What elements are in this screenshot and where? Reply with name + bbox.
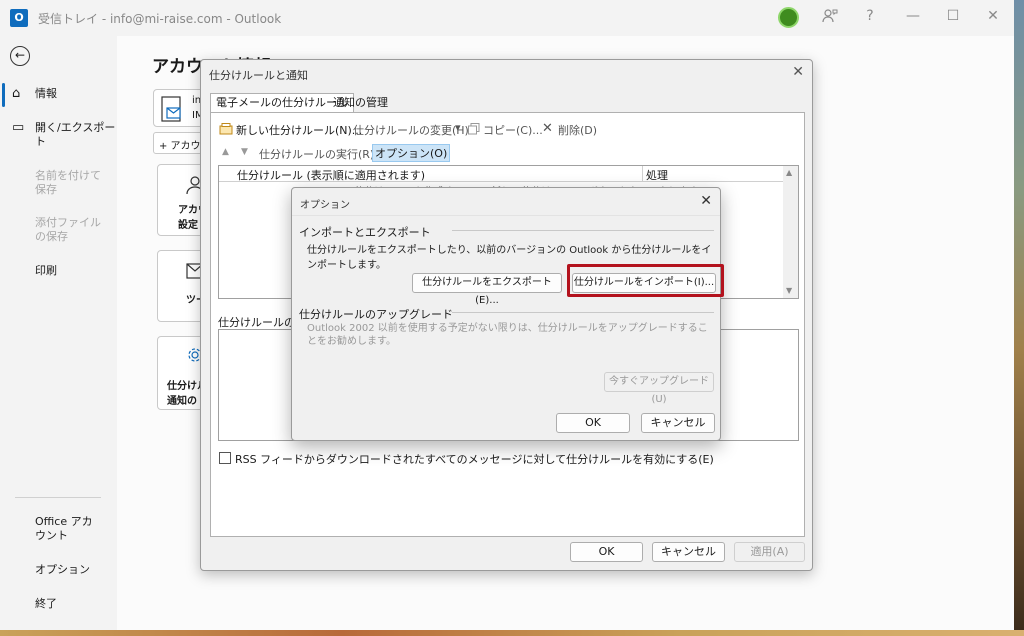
- apply-button[interactable]: 適用(A): [734, 542, 805, 562]
- import-button-highlight: [567, 264, 724, 297]
- feedback-icon[interactable]: [820, 8, 840, 28]
- window-title: 受信トレイ - info@mi-raise.com - Outlook: [38, 12, 282, 26]
- taskbar-edge: [0, 630, 1024, 636]
- move-down-icon[interactable]: ▼: [241, 147, 248, 157]
- nav-item-print[interactable]: 印刷: [0, 264, 117, 278]
- options-button[interactable]: オプション(O): [372, 144, 451, 162]
- new-rule-button[interactable]: 新しい仕分けルール(N)...: [236, 122, 362, 138]
- home-icon: ⌂: [12, 86, 21, 101]
- header-separator: [292, 215, 720, 216]
- dialog-title: 仕分けルールと通知: [209, 69, 308, 82]
- nav-item-info[interactable]: ⌂ 情報: [0, 87, 117, 101]
- nav-item-open-export[interactable]: ▭ 開く/エクスポート: [0, 121, 117, 149]
- dialog-title: オプション: [300, 200, 350, 211]
- add-account-label: + アカウ: [159, 141, 201, 152]
- nav-item-label: 開く/エクスポート: [35, 121, 116, 148]
- delete-button[interactable]: 削除(D): [558, 122, 597, 138]
- change-rule-button[interactable]: 仕分けルールの変更(H): [353, 122, 469, 138]
- close-icon[interactable]: ✕: [700, 193, 712, 209]
- column-header-rule[interactable]: 仕分けルール (表示順に適用されます): [237, 167, 425, 183]
- desktop-background: [1014, 0, 1024, 636]
- move-up-icon[interactable]: ▲: [222, 147, 229, 157]
- rss-rules-label[interactable]: RSS フィードからダウンロードされたすべてのメッセージに対して仕分けルールを有…: [235, 451, 714, 467]
- cancel-button[interactable]: キャンセル: [641, 413, 715, 433]
- ok-button[interactable]: OK: [570, 542, 643, 562]
- copy-icon: [468, 123, 480, 135]
- title-bar: O 受信トレイ - info@mi-raise.com - Outlook ? …: [0, 0, 1014, 36]
- copy-button[interactable]: コピー(C)...: [483, 122, 543, 138]
- upgrade-description: Outlook 2002 以前を使用する予定がない限りは、仕分けルールをアップグ…: [307, 323, 708, 347]
- column-header-action[interactable]: 処理: [646, 167, 668, 183]
- rss-rules-checkbox[interactable]: [219, 452, 231, 464]
- options-dialog: オプション ✕ インポートとエクスポート 仕分けルールをエクスポートしたり、以前…: [291, 187, 724, 441]
- cancel-button[interactable]: キャンセル: [652, 542, 725, 562]
- nav-item-label: 情報: [35, 87, 57, 100]
- nav-item-save-attachments[interactable]: 添付ファイルの保存: [0, 216, 108, 244]
- nav-item-options[interactable]: オプション: [0, 563, 117, 577]
- close-icon[interactable]: ✕: [983, 8, 1003, 24]
- list-scrollbar[interactable]: ▲ ▼: [783, 166, 798, 298]
- chevron-down-icon[interactable]: ▾: [455, 121, 461, 134]
- minimize-icon[interactable]: —: [903, 8, 923, 24]
- group-divider: [452, 230, 714, 231]
- upgrade-now-button[interactable]: 今すぐアップグレード(U): [604, 372, 714, 405]
- mail-account-icon: [161, 96, 181, 122]
- import-export-group-title: インポートとエクスポート: [299, 226, 431, 239]
- rules-list-header: 仕分けルール (表示順に適用されます) 処理: [219, 166, 784, 182]
- upgrade-group-title: 仕分けルールのアップグレード: [299, 308, 453, 321]
- backstage-nav: ← ⌂ 情報 ▭ 開く/エクスポート 名前を付けて保存 添付ファイルの保存 印刷…: [0, 36, 117, 630]
- delete-icon[interactable]: ✕: [542, 121, 553, 136]
- back-arrow-icon[interactable]: ←: [10, 46, 30, 66]
- avatar[interactable]: [778, 7, 799, 28]
- nav-item-save-as[interactable]: 名前を付けて保存: [0, 169, 108, 197]
- export-rules-button[interactable]: 仕分けルールをエクスポート(E)...: [412, 273, 562, 306]
- nav-divider: [15, 497, 101, 498]
- nav-item-exit[interactable]: 終了: [0, 597, 117, 611]
- maximize-icon[interactable]: ☐: [943, 8, 963, 24]
- scroll-up-icon[interactable]: ▲: [786, 168, 792, 177]
- ok-button[interactable]: OK: [556, 413, 630, 433]
- tab-manage-alerts[interactable]: 通知の管理: [328, 94, 393, 113]
- nav-item-office-account[interactable]: Office アカウント: [0, 515, 100, 543]
- help-icon[interactable]: ?: [860, 8, 880, 24]
- close-icon[interactable]: ✕: [792, 64, 804, 80]
- outlook-logo-icon: O: [10, 9, 28, 27]
- folder-icon: ▭: [12, 120, 25, 135]
- new-rule-icon: [219, 123, 233, 135]
- column-divider[interactable]: [642, 166, 643, 182]
- run-rules-button[interactable]: 仕分けルールの実行(R)...: [259, 146, 385, 162]
- scroll-down-icon[interactable]: ▼: [786, 286, 792, 295]
- group-divider: [452, 312, 714, 313]
